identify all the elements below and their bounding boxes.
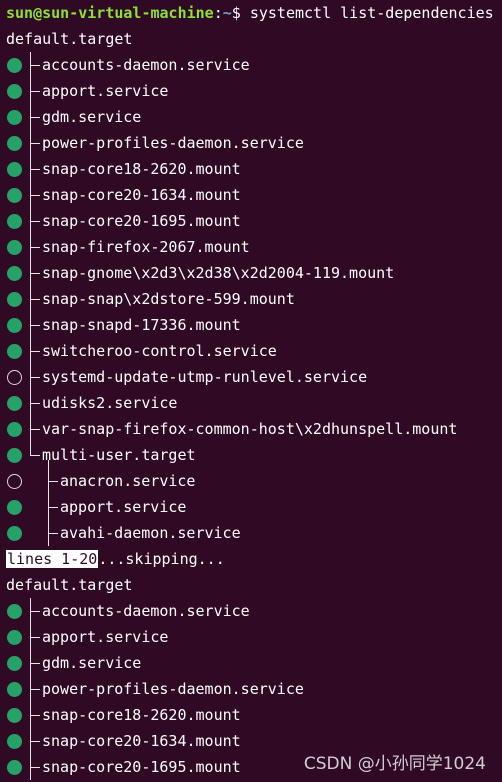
status-active-dot-icon [7,292,22,307]
tree-branch-line [30,325,40,326]
unit-name-label: gdm.service [42,108,142,126]
unit-name-label: switcheroo-control.service [42,342,277,360]
tree-branch-line [30,767,40,768]
tree-branch-line [30,689,40,690]
tree-branch-line [30,221,40,222]
pager-message: ...skipping... [98,550,225,568]
tree-branch-line [30,169,40,170]
tree-root-1: default.target [6,30,133,48]
tree-branch-line [30,741,40,742]
tree-branch-line [48,533,58,534]
unit-name-label: accounts-daemon.service [42,56,250,74]
tree-branch-line [30,91,40,92]
tree-trunk-line [30,598,31,780]
tree-branch-line [30,65,40,66]
unit-name-label: snap-gnome\x2d3\x2d38\x2d2004-119.mount [42,264,395,282]
status-active-dot-icon [7,110,22,125]
unit-name-label: power-profiles-daemon.service [42,134,304,152]
status-active-dot-icon [7,240,22,255]
unit-name-label: power-profiles-daemon.service [42,680,304,698]
status-active-dot-icon [7,708,22,723]
prompt-symbol: $ [231,4,250,22]
tree-branch-line [30,299,40,300]
status-active-dot-icon [7,318,22,333]
tree-branch-line [30,663,40,664]
pager-line-indicator: lines 1-20 [6,550,99,568]
unit-name-label: snap-core20-1695.mount [42,212,241,230]
status-active-dot-icon [7,266,22,281]
status-active-dot-icon [7,760,22,775]
status-active-dot-icon [7,422,22,437]
unit-name-label: snap-core20-1695.mount [42,758,241,776]
prompt-separator: : [213,4,223,22]
prompt-user-host: sun@sun-virtual-machine [6,4,214,22]
tree-branch-line [30,611,40,612]
watermark-text: CSDN @小孙同学1024 [303,754,486,774]
tree-trunk-line [30,52,31,455]
status-active-dot-icon [7,734,22,749]
tree-branch-line [30,377,40,378]
status-active-dot-icon [7,136,22,151]
unit-name-label: var-snap-firefox-common-host\x2dhunspell… [42,420,458,438]
unit-name-label: snap-core20-1634.mount [42,186,241,204]
prompt-path: ~ [222,4,232,22]
unit-name-label: apport.service [42,628,169,646]
status-active-dot-icon [7,162,22,177]
status-active-dot-icon [7,84,22,99]
tree-branch-line [30,429,40,430]
unit-name-label: snap-core20-1634.mount [42,732,241,750]
unit-name-label: multi-user.target [42,446,196,464]
tree-root-2: default.target [6,576,133,594]
status-active-dot-icon [7,448,22,463]
status-active-dot-icon [7,630,22,645]
tree-branch-line [30,351,40,352]
unit-name-label: snap-snap\x2dstore-599.mount [42,290,295,308]
unit-name-label: avahi-daemon.service [60,524,241,542]
status-active-dot-icon [7,214,22,229]
status-active-dot-icon [7,682,22,697]
tree-branch-line [30,195,40,196]
status-active-dot-icon [7,500,22,515]
status-inactive-dot-icon [7,370,22,385]
tree-branch-line [30,637,40,638]
tree-branch-line [30,247,40,248]
tree-branch-line [30,715,40,716]
unit-name-label: snap-firefox-2067.mount [42,238,250,256]
unit-name-label: apport.service [60,498,187,516]
terminal-window[interactable]: sun@sun-virtual-machine:~$ systemctl lis… [0,0,502,782]
status-active-dot-icon [7,344,22,359]
pager-status-line: lines 1-20...skipping... [6,546,225,572]
unit-name-label: apport.service [42,82,169,100]
status-active-dot-icon [7,396,22,411]
status-active-dot-icon [7,656,22,671]
command-text: systemctl list-dependencies [249,4,494,22]
tree-trunk-line [48,460,49,546]
tree-branch-line [30,117,40,118]
status-inactive-dot-icon [7,474,22,489]
unit-name-label: anacron.service [60,472,196,490]
tree-branch-line [48,507,58,508]
status-active-dot-icon [7,604,22,619]
unit-name-label: udisks2.service [42,394,178,412]
unit-name-label: systemd-update-utmp-runlevel.service [42,368,368,386]
unit-name-label: snap-core18-2620.mount [42,160,241,178]
command-line: sun@sun-virtual-machine:~$ systemctl lis… [6,0,494,26]
status-active-dot-icon [7,526,22,541]
tree-branch-line [30,273,40,274]
unit-name-label: gdm.service [42,654,142,672]
status-active-dot-icon [7,58,22,73]
unit-name-label: snap-core18-2620.mount [42,706,241,724]
status-active-dot-icon [7,188,22,203]
tree-branch-line [30,403,40,404]
unit-name-label: snap-snapd-17336.mount [42,316,241,334]
tree-branch-line [30,143,40,144]
tree-branch-line [30,455,40,456]
unit-name-label: accounts-daemon.service [42,602,250,620]
tree-branch-line [48,481,58,482]
